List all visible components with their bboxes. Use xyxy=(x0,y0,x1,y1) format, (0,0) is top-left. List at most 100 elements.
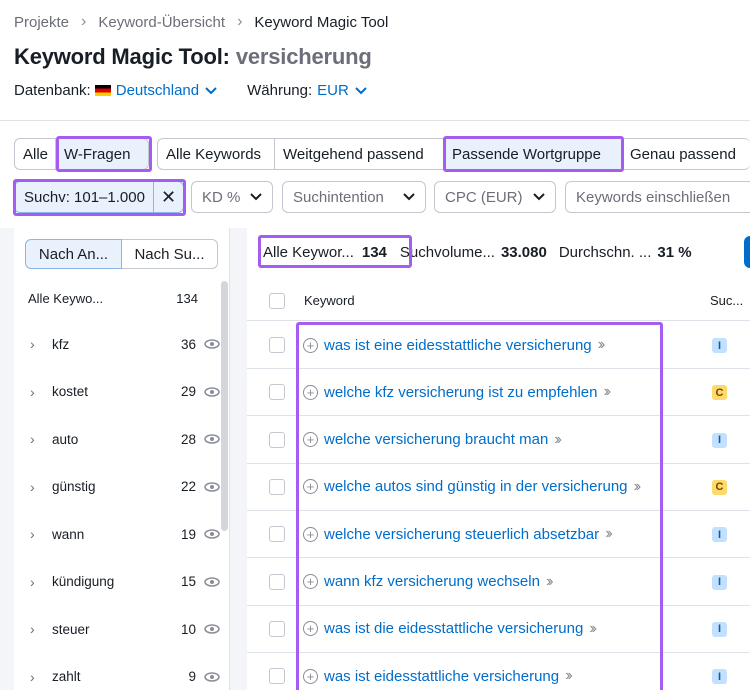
double-chevron-icon[interactable]: ›› xyxy=(603,383,610,401)
chevron-right-icon[interactable]: › xyxy=(30,479,44,495)
database-settings: Datenbank: Deutschland Währung: EUR xyxy=(14,82,367,99)
eye-icon[interactable] xyxy=(204,481,220,492)
tab-broad-match[interactable]: Weitgehend passend xyxy=(275,138,444,170)
chevron-right-icon[interactable]: › xyxy=(30,526,44,542)
keyword-link[interactable]: was ist die eidesstattliche versicherung xyxy=(324,620,583,637)
double-chevron-icon[interactable]: ›› xyxy=(565,667,572,685)
intent-filter[interactable]: Suchintention xyxy=(282,181,426,213)
eye-icon[interactable] xyxy=(204,576,220,587)
chevron-right-icon: › xyxy=(237,13,243,30)
keyword-link[interactable]: welche versicherung braucht man xyxy=(324,431,548,448)
close-icon[interactable]: ✕ xyxy=(154,181,184,213)
double-chevron-icon[interactable]: ›› xyxy=(554,431,561,449)
group-count: 36 xyxy=(180,336,196,352)
sidebar-group-item[interactable]: › auto 28 xyxy=(30,427,220,451)
keyword-cell: + welche versicherung braucht man ›› xyxy=(303,431,562,449)
eye-icon[interactable] xyxy=(204,339,220,349)
tab-all-keywords[interactable]: Alle Keywords xyxy=(157,138,275,170)
breadcrumb-keyword-overview[interactable]: Keyword-Übersicht xyxy=(98,14,225,31)
currency-dropdown[interactable]: EUR xyxy=(317,82,349,99)
row-checkbox[interactable] xyxy=(269,478,285,495)
chevron-right-icon[interactable]: › xyxy=(30,431,44,447)
tab-questions[interactable]: W-Fragen xyxy=(56,138,149,170)
tab-all[interactable]: Alle xyxy=(14,138,56,170)
intent-badge: I xyxy=(712,338,727,353)
row-checkbox[interactable] xyxy=(269,668,285,685)
database-dropdown[interactable]: Deutschland xyxy=(116,82,199,99)
row-checkbox[interactable] xyxy=(269,337,285,353)
plus-circle-icon[interactable]: + xyxy=(303,668,318,684)
chevron-down-icon[interactable] xyxy=(205,86,217,95)
select-all-checkbox[interactable] xyxy=(269,293,285,309)
chevron-down-icon xyxy=(403,193,415,201)
tab-exact-match[interactable]: Genau passend xyxy=(622,138,750,170)
eye-icon[interactable] xyxy=(204,434,220,444)
eye-icon[interactable] xyxy=(204,529,220,539)
table-row: + welche versicherung steuerlich absetzba… xyxy=(247,511,750,559)
plus-circle-icon[interactable]: + xyxy=(303,384,318,400)
row-checkbox[interactable] xyxy=(269,384,285,401)
plus-circle-icon[interactable]: + xyxy=(303,432,318,448)
intent-badge: I xyxy=(712,574,727,590)
sort-by-number-button[interactable]: Nach An... xyxy=(25,239,122,269)
stat-volume-label: Suchvolume... xyxy=(399,243,495,261)
keyword-link[interactable]: was ist eine eidesstattliche versicherun… xyxy=(324,337,592,354)
all-keywords-group[interactable]: Alle Keywo... 134 xyxy=(28,291,198,306)
sidebar-group-item[interactable]: › kfz 36 xyxy=(30,332,220,356)
eye-icon[interactable] xyxy=(204,386,220,397)
sidebar-group-item[interactable]: › steuer 10 xyxy=(30,617,220,641)
sidebar-group-item[interactable]: › kostet 29 xyxy=(30,380,220,404)
stat-all-keywords-label: Alle Keywor... xyxy=(263,243,354,261)
breadcrumb-projects[interactable]: Projekte xyxy=(14,14,69,31)
tab-phrase-match[interactable]: Passende Wortgruppe xyxy=(444,138,622,170)
column-keyword[interactable]: Keyword xyxy=(304,293,355,308)
sidebar-scrollbar[interactable] xyxy=(221,281,228,531)
row-checkbox[interactable] xyxy=(269,620,285,637)
row-checkbox[interactable] xyxy=(269,573,285,590)
row-checkbox[interactable] xyxy=(269,526,285,543)
eye-icon[interactable] xyxy=(204,624,220,634)
keyword-link[interactable]: wann kfz versicherung wechseln xyxy=(324,573,540,590)
intent-badge: I xyxy=(712,527,727,543)
sidebar-group-item[interactable]: › günstig 22 xyxy=(30,475,220,499)
column-intent[interactable]: Suc... xyxy=(710,293,743,308)
sidebar-group-item[interactable]: › kündigung 15 xyxy=(30,570,220,594)
plus-circle-icon[interactable]: + xyxy=(303,479,318,495)
chevron-right-icon[interactable]: › xyxy=(30,621,44,637)
keyword-link[interactable]: welche autos sind günstig in der versich… xyxy=(324,478,628,495)
sort-by-volume-button[interactable]: Nach Su... xyxy=(122,239,218,269)
double-chevron-icon[interactable]: ›› xyxy=(589,620,596,638)
plus-circle-icon[interactable]: + xyxy=(303,574,318,589)
keyword-link[interactable]: welche versicherung steuerlich absetzbar xyxy=(324,526,599,543)
double-chevron-icon[interactable]: ›› xyxy=(546,573,553,591)
chevron-right-icon[interactable]: › xyxy=(30,384,44,400)
table-row: + wann kfz versicherung wechseln ›› I xyxy=(247,559,750,606)
chevron-right-icon[interactable]: › xyxy=(30,669,44,685)
plus-circle-icon[interactable]: + xyxy=(303,621,318,637)
stat-avg-kd-label: Durchschn. ... xyxy=(558,243,652,261)
double-chevron-icon[interactable]: ›› xyxy=(634,478,641,496)
chevron-right-icon[interactable]: › xyxy=(30,336,44,352)
chevron-right-icon[interactable]: › xyxy=(30,574,44,590)
keyword-link[interactable]: was ist eidesstattliche versicherung xyxy=(324,668,559,685)
group-name: auto xyxy=(52,431,79,447)
sidebar-group-item[interactable]: › zahlt 9 xyxy=(30,665,220,689)
cpc-filter[interactable]: CPC (EUR) xyxy=(434,181,556,213)
volume-filter[interactable]: Suchv: 101–1.000 xyxy=(14,181,154,213)
kd-filter[interactable]: KD % xyxy=(191,181,273,213)
double-chevron-icon[interactable]: ›› xyxy=(605,525,612,543)
group-count: 15 xyxy=(180,574,196,589)
export-button[interactable] xyxy=(744,236,750,268)
keyword-cell: + was ist die eidesstattliche versicherun… xyxy=(303,620,597,638)
plus-circle-icon[interactable]: + xyxy=(303,526,318,542)
plus-circle-icon[interactable]: + xyxy=(303,337,318,353)
keyword-link[interactable]: welche kfz versicherung ist zu empfehlen xyxy=(324,384,597,401)
sidebar-group-item[interactable]: › wann 19 xyxy=(30,522,220,546)
keyword-cell: + welche kfz versicherung ist zu empfehle… xyxy=(303,383,611,401)
chevron-down-icon[interactable] xyxy=(355,86,367,95)
eye-icon[interactable] xyxy=(204,671,220,682)
double-chevron-icon[interactable]: ›› xyxy=(598,336,605,354)
include-keywords-input[interactable]: Keywords einschließen xyxy=(565,181,750,213)
row-checkbox[interactable] xyxy=(269,431,285,448)
intent-badge: I xyxy=(712,669,727,685)
